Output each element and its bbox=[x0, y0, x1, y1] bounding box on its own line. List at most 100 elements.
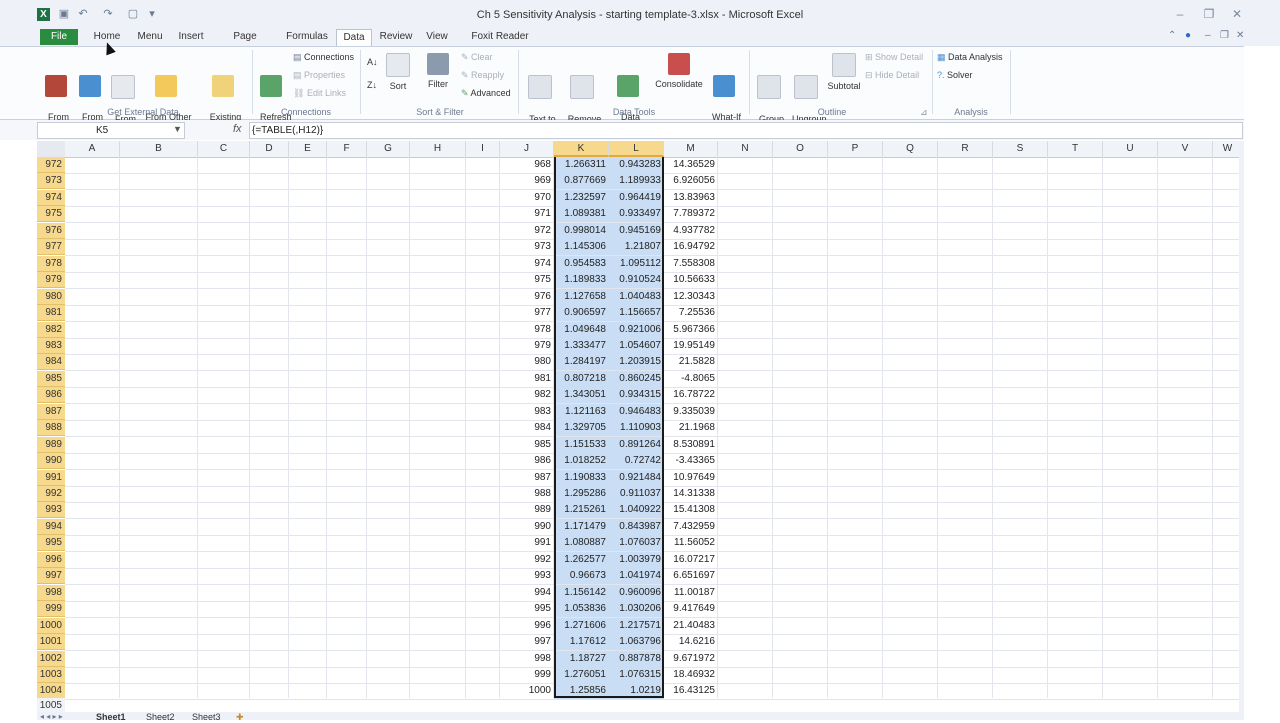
excel-app-icon[interactable]: X bbox=[37, 8, 50, 21]
sheet-tab-sheet2[interactable]: Sheet2 bbox=[146, 712, 175, 722]
cell-j[interactable]: 995 bbox=[500, 601, 554, 617]
cell-j[interactable]: 983 bbox=[500, 404, 554, 420]
workbook-close-icon[interactable]: ✕ bbox=[1236, 30, 1244, 41]
reapply-button[interactable]: ✎ Reapply bbox=[461, 70, 504, 81]
row-header[interactable]: 982 bbox=[37, 322, 65, 338]
column-header[interactable]: O bbox=[773, 141, 828, 157]
column-header[interactable]: C bbox=[198, 141, 250, 157]
row-header[interactable]: 991 bbox=[37, 470, 65, 486]
hide-detail-button[interactable]: ⊟ Hide Detail bbox=[865, 70, 919, 81]
cell-m[interactable]: 18.46932 bbox=[664, 667, 718, 683]
cell-j[interactable]: 973 bbox=[500, 239, 554, 255]
cell-m[interactable]: -3.43365 bbox=[664, 453, 718, 469]
cell-m[interactable]: 14.36529 bbox=[664, 157, 718, 173]
column-header[interactable]: H bbox=[410, 141, 466, 157]
tab-formulas[interactable]: Formulas bbox=[283, 29, 331, 45]
column-header[interactable]: V bbox=[1158, 141, 1213, 157]
cell-j[interactable]: 979 bbox=[500, 338, 554, 354]
row-header[interactable]: 997 bbox=[37, 568, 65, 584]
tab-file[interactable]: File bbox=[40, 29, 78, 45]
edit-links-button[interactable]: ⛓ Edit Links bbox=[293, 88, 346, 99]
column-header[interactable]: D bbox=[250, 141, 289, 157]
close-icon[interactable]: ✕ bbox=[1227, 6, 1247, 22]
tab-insert[interactable]: Insert bbox=[174, 29, 208, 45]
filter-button[interactable]: Filter bbox=[426, 53, 450, 90]
cell-m[interactable]: 11.56052 bbox=[664, 535, 718, 551]
cell-j[interactable]: 976 bbox=[500, 289, 554, 305]
row-header[interactable]: 995 bbox=[37, 535, 65, 551]
cell-j[interactable]: 970 bbox=[500, 190, 554, 206]
cell-j[interactable]: 990 bbox=[500, 519, 554, 535]
minimize-icon[interactable]: – bbox=[1170, 6, 1190, 22]
cell-m[interactable]: 16.78722 bbox=[664, 387, 718, 403]
column-header[interactable]: A bbox=[65, 141, 120, 157]
clear-button[interactable]: ✎ Clear bbox=[461, 52, 493, 63]
row-header[interactable]: 999 bbox=[37, 601, 65, 617]
tab-review[interactable]: Review bbox=[378, 29, 414, 45]
cell-j[interactable]: 994 bbox=[500, 585, 554, 601]
row-header[interactable]: 984 bbox=[37, 354, 65, 370]
row-header[interactable]: 987 bbox=[37, 404, 65, 420]
name-box-dropdown-icon[interactable]: ▼ bbox=[173, 124, 182, 134]
name-box[interactable]: K5 bbox=[37, 122, 185, 139]
insert-function-icon[interactable]: fx bbox=[233, 123, 242, 135]
column-header[interactable]: T bbox=[1048, 141, 1103, 157]
row-header[interactable]: 986 bbox=[37, 387, 65, 403]
sheet-tab-sheet1[interactable]: Sheet1 bbox=[96, 712, 126, 722]
column-header[interactable]: U bbox=[1103, 141, 1158, 157]
cell-j[interactable]: 984 bbox=[500, 420, 554, 436]
show-detail-button[interactable]: ⊞ Show Detail bbox=[865, 52, 923, 63]
cell-j[interactable]: 978 bbox=[500, 322, 554, 338]
cell-m[interactable]: 12.30343 bbox=[664, 289, 718, 305]
column-header[interactable]: B bbox=[120, 141, 198, 157]
cell-j[interactable]: 993 bbox=[500, 568, 554, 584]
cell-m[interactable]: 10.97649 bbox=[664, 470, 718, 486]
cell-j[interactable]: 996 bbox=[500, 618, 554, 634]
row-header[interactable]: 993 bbox=[37, 502, 65, 518]
row-header[interactable]: 988 bbox=[37, 420, 65, 436]
sort-za-icon[interactable]: Z↓ bbox=[367, 80, 377, 91]
row-header[interactable]: 989 bbox=[37, 437, 65, 453]
column-header[interactable]: G bbox=[367, 141, 410, 157]
cell-m[interactable]: 21.40483 bbox=[664, 618, 718, 634]
row-header[interactable]: 978 bbox=[37, 256, 65, 272]
cell-m[interactable]: 21.1968 bbox=[664, 420, 718, 436]
cell-m[interactable]: 10.56633 bbox=[664, 272, 718, 288]
cell-j[interactable]: 972 bbox=[500, 223, 554, 239]
cell-j[interactable]: 968 bbox=[500, 157, 554, 173]
select-all-corner[interactable] bbox=[37, 141, 65, 157]
workbook-restore-icon[interactable]: ❐ bbox=[1220, 30, 1229, 41]
cell-j[interactable]: 1000 bbox=[500, 683, 554, 699]
cell-j[interactable]: 991 bbox=[500, 535, 554, 551]
cell-j[interactable]: 992 bbox=[500, 552, 554, 568]
row-header[interactable]: 998 bbox=[37, 585, 65, 601]
cell-j[interactable]: 981 bbox=[500, 371, 554, 387]
column-header[interactable]: R bbox=[938, 141, 993, 157]
new-document-icon[interactable]: ▢ bbox=[127, 8, 139, 20]
cell-m[interactable]: 7.432959 bbox=[664, 519, 718, 535]
row-header[interactable]: 994 bbox=[37, 519, 65, 535]
row-header[interactable]: 975 bbox=[37, 206, 65, 222]
insert-sheet-icon[interactable]: ✚ bbox=[236, 712, 244, 723]
cell-j[interactable]: 986 bbox=[500, 453, 554, 469]
cell-m[interactable]: 6.651697 bbox=[664, 568, 718, 584]
cell-m[interactable]: 5.967366 bbox=[664, 322, 718, 338]
properties-button[interactable]: ▤ Properties bbox=[293, 70, 345, 81]
column-header[interactable]: P bbox=[828, 141, 883, 157]
cell-m[interactable]: 14.31338 bbox=[664, 486, 718, 502]
row-header[interactable]: 973 bbox=[37, 173, 65, 189]
cell-m[interactable]: 14.6216 bbox=[664, 634, 718, 650]
subtotal-button[interactable]: Subtotal bbox=[826, 53, 862, 92]
tab-menu[interactable]: Menu bbox=[134, 29, 166, 45]
cell-m[interactable]: 8.530891 bbox=[664, 437, 718, 453]
column-header[interactable]: N bbox=[718, 141, 773, 157]
data-analysis-button[interactable]: ▦ Data Analysis bbox=[937, 52, 1003, 63]
cell-j[interactable]: 971 bbox=[500, 206, 554, 222]
cell-m[interactable]: 7.789372 bbox=[664, 206, 718, 222]
cell-m[interactable]: -4.8065 bbox=[664, 371, 718, 387]
cell-j[interactable]: 997 bbox=[500, 634, 554, 650]
row-header[interactable]: 1004 bbox=[37, 683, 65, 699]
column-header[interactable]: M bbox=[664, 141, 718, 157]
row-header[interactable]: 990 bbox=[37, 453, 65, 469]
cell-j[interactable]: 989 bbox=[500, 502, 554, 518]
